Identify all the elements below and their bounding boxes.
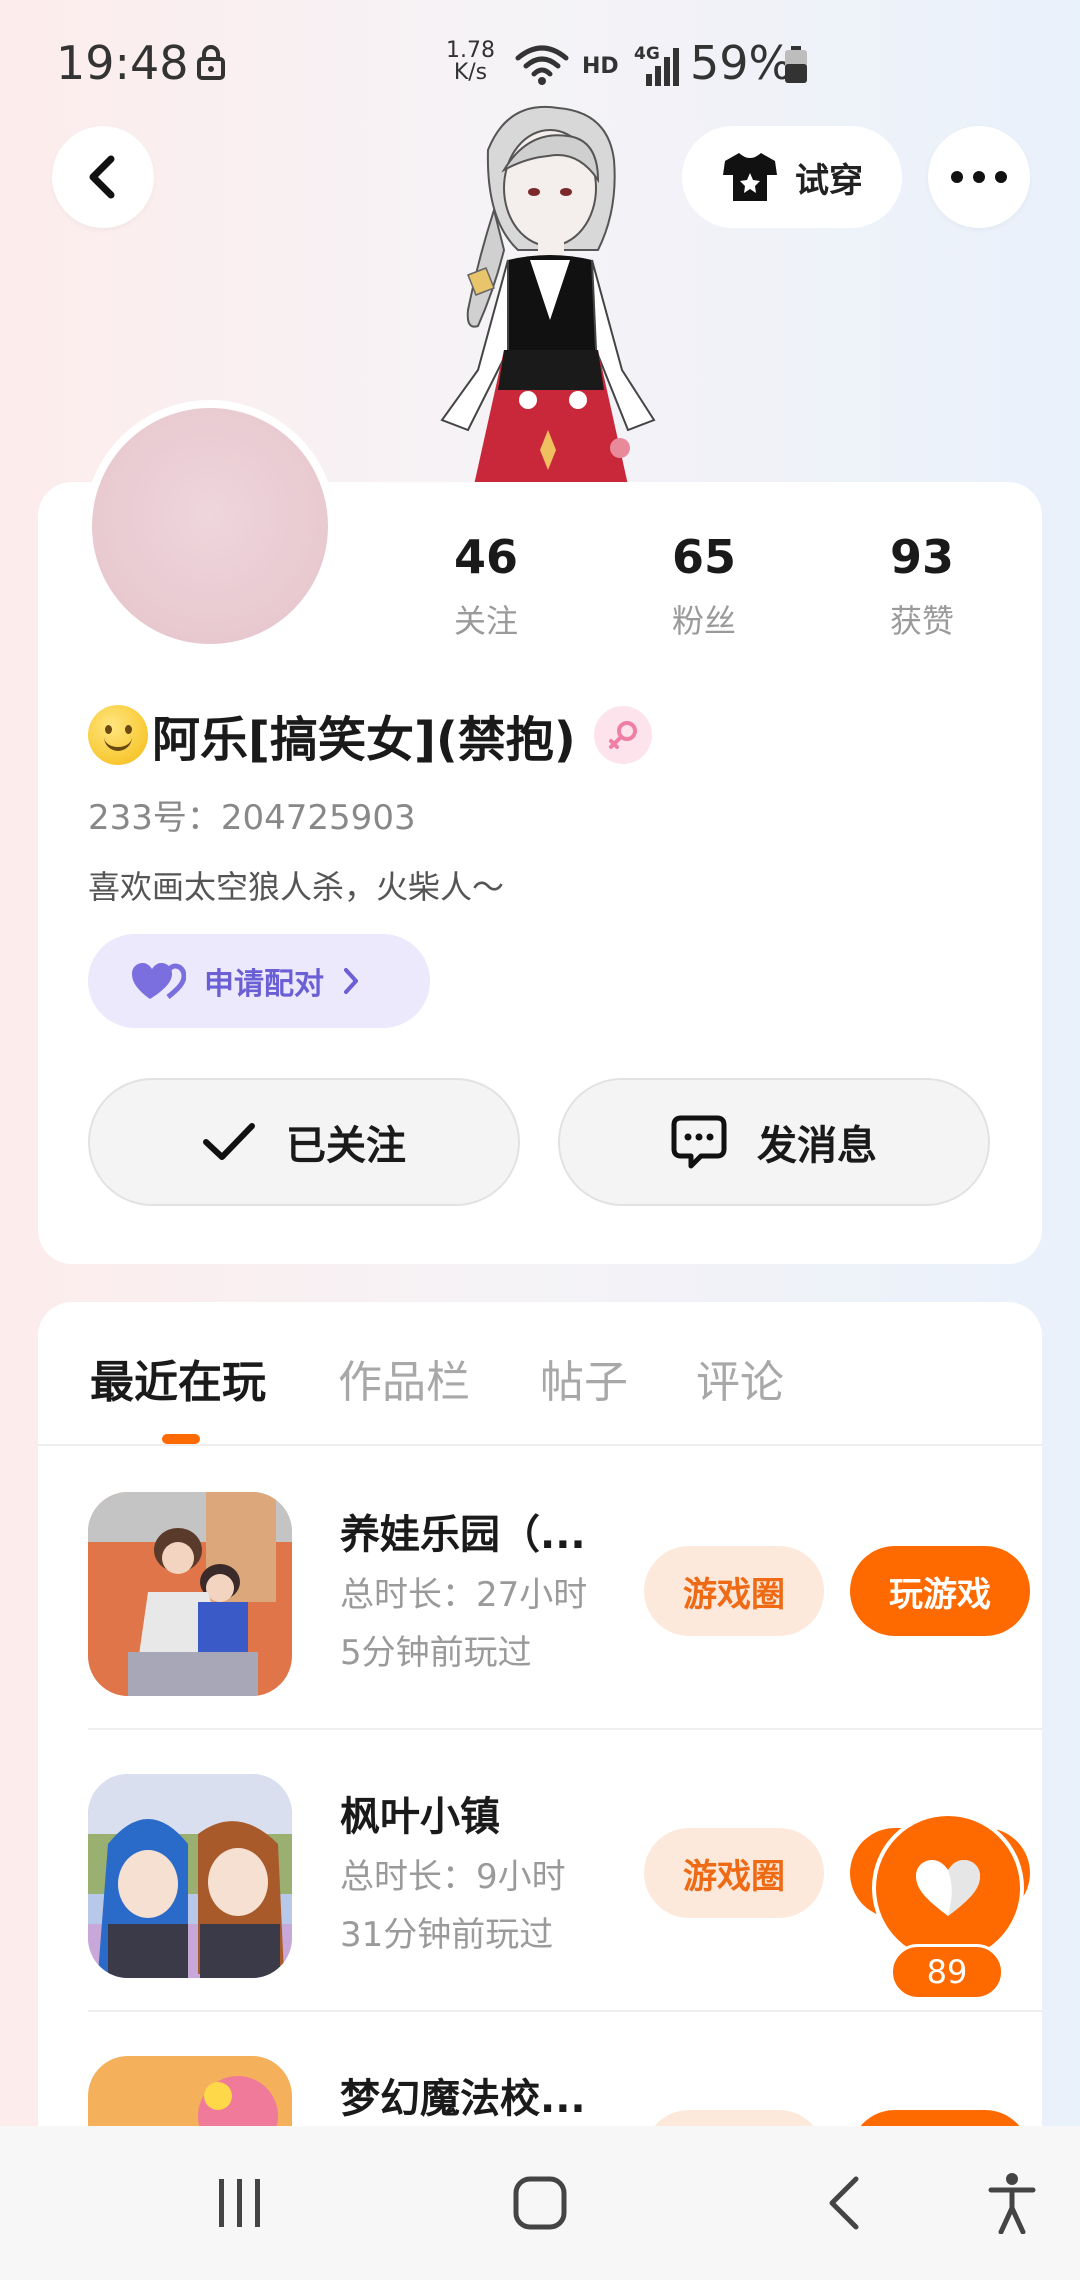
game-thumbnail[interactable] xyxy=(88,1492,292,1696)
tab-posts[interactable]: 帖子 xyxy=(540,1346,628,1410)
tshirt-icon xyxy=(723,153,777,201)
fans-label: 粉丝 xyxy=(671,602,736,640)
game-last-played: 31分钟前玩过 xyxy=(340,1915,554,1955)
game-meta: 总时长：27小时 5分钟前玩过 xyxy=(340,1566,587,1682)
signal-icon xyxy=(646,48,679,86)
following-count: 46 xyxy=(453,530,518,584)
like-button[interactable] xyxy=(872,1812,1024,1964)
stat-fans[interactable]: 65 粉丝 xyxy=(614,530,794,642)
following-label: 关注 xyxy=(453,602,518,640)
chat-bubble-icon xyxy=(671,1115,727,1169)
accessibility-icon xyxy=(988,2173,1036,2234)
user-bio: 喜欢画太空狼人杀，火柴人～ xyxy=(88,868,505,906)
avatar-character-image xyxy=(440,105,656,485)
game-last-played: 5分钟前玩过 xyxy=(340,1633,532,1673)
clock: 19:48 xyxy=(56,36,189,90)
back-button[interactable] xyxy=(52,126,154,228)
stat-likes[interactable]: 93 获赞 xyxy=(832,530,1012,642)
double-heart-icon xyxy=(132,963,186,999)
system-nav-bar xyxy=(0,2126,1080,2280)
game-row[interactable]: 梦幻魔法校... xyxy=(88,2010,1042,2132)
accessibility-button[interactable] xyxy=(972,2168,1052,2238)
username: 阿乐[搞笑女](禁抱) xyxy=(152,712,576,768)
game-row[interactable]: 养娃乐园（... 总时长：27小时 5分钟前玩过 游戏圈 玩游戏 xyxy=(88,1446,1042,1730)
followed-label: 已关注 xyxy=(286,1123,406,1169)
hd-indicator: HD xyxy=(582,54,619,79)
play-game-button[interactable]: 玩游戏 xyxy=(850,1546,1030,1636)
recent-apps-button[interactable] xyxy=(200,2168,280,2238)
tab-indicator xyxy=(162,1434,200,1444)
chevron-left-icon xyxy=(89,155,115,199)
game-thumbnail[interactable] xyxy=(88,2056,292,2132)
game-thumbnail[interactable] xyxy=(88,1774,292,1978)
fans-count: 65 xyxy=(671,530,736,584)
network-speed-unit: K/s xyxy=(453,60,488,85)
more-button[interactable] xyxy=(928,126,1030,228)
battery-percent: 59% xyxy=(690,36,793,90)
username-row: 阿乐[搞笑女](禁抱) xyxy=(88,700,652,770)
tab-works[interactable]: 作品栏 xyxy=(338,1346,470,1410)
send-message-label: 发消息 xyxy=(757,1123,877,1169)
game-duration: 总时长：27小时 xyxy=(340,1575,588,1615)
home-icon xyxy=(513,2176,567,2230)
more-dots-icon xyxy=(951,171,1007,183)
check-icon xyxy=(203,1123,255,1160)
try-on-label: 试穿 xyxy=(795,160,863,201)
game-meta: 总时长：9小时 31分钟前玩过 xyxy=(340,1848,566,1964)
tab-comments[interactable]: 评论 xyxy=(696,1346,784,1410)
send-message-button[interactable]: 发消息 xyxy=(558,1078,990,1206)
recent-apps-icon xyxy=(219,2179,260,2227)
battery-icon xyxy=(785,46,807,83)
game-title: 梦幻魔法校... xyxy=(340,2076,586,2122)
wifi-icon xyxy=(515,45,569,85)
network-speed-value: 1.78 xyxy=(446,38,495,63)
likes-count: 93 xyxy=(889,530,954,584)
female-icon xyxy=(593,706,652,764)
apply-pair-label: 申请配对 xyxy=(204,967,324,1002)
avatar[interactable] xyxy=(84,400,336,652)
game-duration: 总时长：9小时 xyxy=(340,1857,566,1897)
like-count: 89 xyxy=(890,1944,1004,2000)
game-title: 养娃乐园（... xyxy=(340,1512,586,1558)
lock-icon xyxy=(197,45,225,80)
game-title: 枫叶小镇 xyxy=(340,1794,500,1840)
stat-following[interactable]: 46 关注 xyxy=(396,530,576,642)
user-id: 233号：204725903 xyxy=(88,798,416,838)
tab-recently-played[interactable]: 最近在玩 xyxy=(90,1346,266,1410)
likes-label: 获赞 xyxy=(889,602,954,640)
chevron-right-icon xyxy=(344,968,358,994)
back-arrow-icon xyxy=(829,2176,859,2230)
game-circle-button[interactable]: 游戏圈 xyxy=(644,1546,824,1636)
try-on-button[interactable]: 试穿 xyxy=(682,126,902,228)
tab-bar: 最近在玩 作品栏 帖子 评论 xyxy=(38,1302,1042,1446)
system-back-button[interactable] xyxy=(804,2168,884,2238)
network-speed: 1.78 K/s xyxy=(446,40,495,84)
followed-button[interactable]: 已关注 xyxy=(88,1078,520,1206)
home-button[interactable] xyxy=(500,2168,580,2238)
game-circle-button[interactable]: 游戏圈 xyxy=(644,1828,824,1918)
content-card: 最近在玩 作品栏 帖子 评论 养娃乐园（... 总时长：27小时 5分钟前玩过 … xyxy=(38,1302,1042,2132)
smile-emoji-icon xyxy=(88,705,148,765)
apply-pair-button[interactable]: 申请配对 xyxy=(88,934,430,1028)
heart-icon xyxy=(916,1860,980,1916)
